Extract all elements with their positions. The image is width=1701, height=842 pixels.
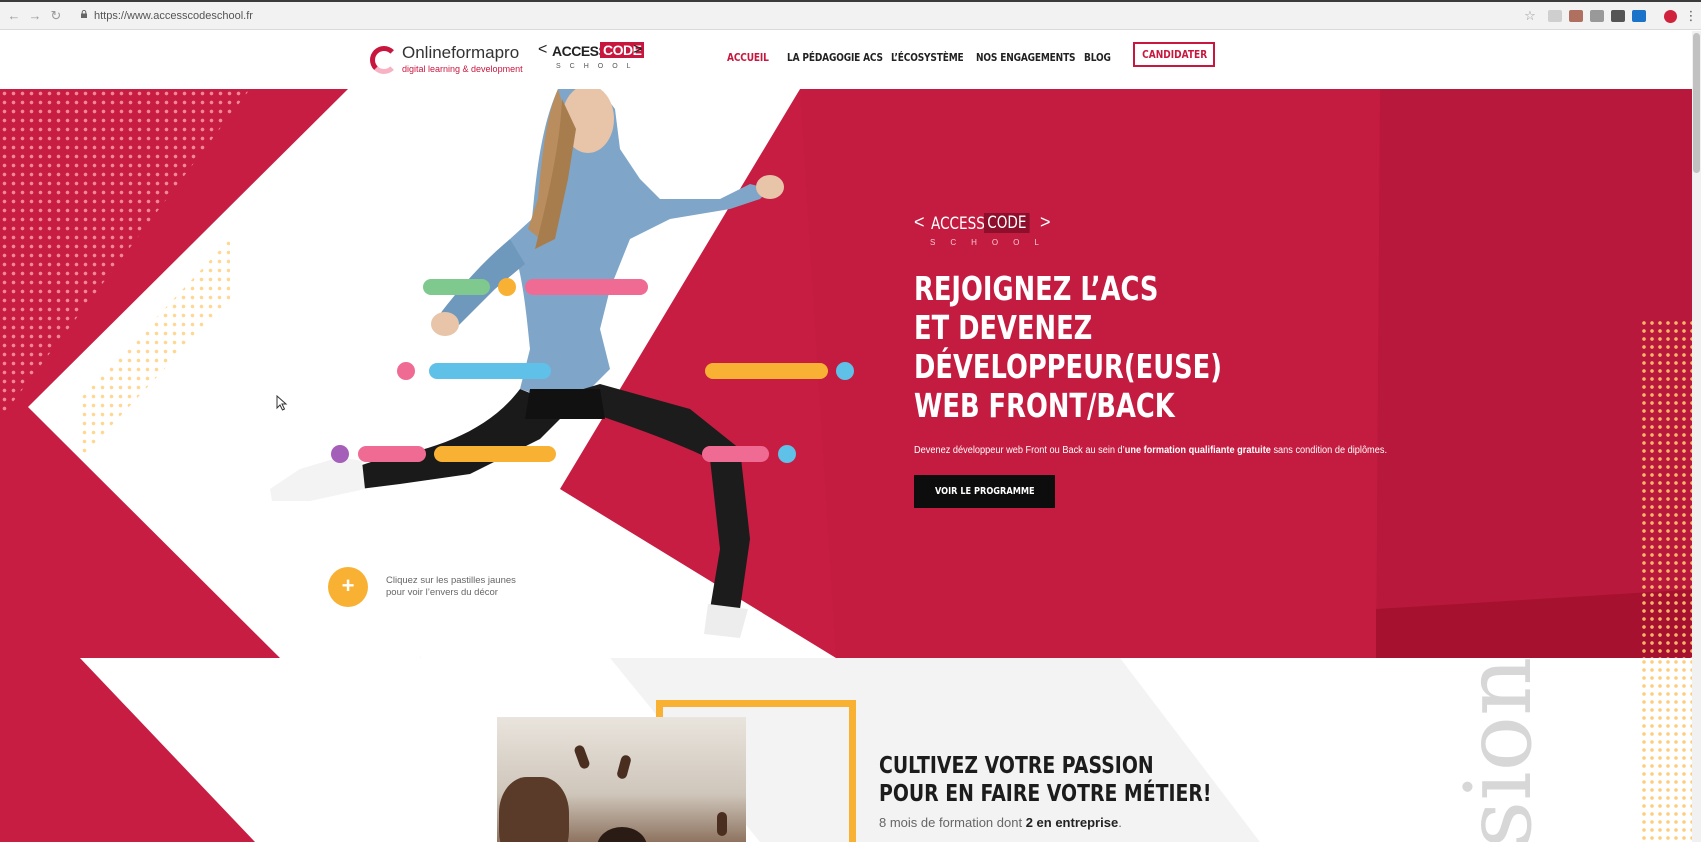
yellow-pastille-button[interactable] bbox=[498, 278, 516, 296]
student-face bbox=[499, 777, 569, 842]
chat-extension-icon[interactable] bbox=[1632, 10, 1646, 22]
hero-logo-bracket-right: > bbox=[1040, 212, 1051, 232]
hero-logo-school: SCHOOL bbox=[930, 238, 1054, 247]
hero-title-line: DÉVELOPPEUR(EUSE) bbox=[914, 347, 1222, 386]
nav-ecosysteme[interactable]: L’ÉCOSYSTÈME bbox=[891, 51, 964, 64]
hero-title-line: WEB FRONT/BACK bbox=[914, 386, 1175, 425]
hero-title-line: REJOIGNEZ L’ACS bbox=[914, 269, 1159, 308]
scrollbar[interactable] bbox=[1692, 31, 1701, 842]
star-icon[interactable]: ☆ bbox=[1522, 8, 1538, 24]
hero-subtitle-text: sans condition de diplômes. bbox=[1270, 445, 1387, 456]
logo-bracket-left: < bbox=[538, 41, 548, 58]
hero-acs-logo: < ACCESS CODE > SCHOOL bbox=[914, 212, 1074, 253]
vertical-decor-word: sion bbox=[1445, 658, 1575, 842]
back-icon[interactable]: ← bbox=[6, 8, 22, 24]
peace-hand bbox=[717, 812, 727, 836]
hero-logo-access: ACCESS bbox=[931, 214, 985, 234]
logo-bracket-right: > bbox=[633, 41, 643, 58]
hero-logo-code: CODE bbox=[984, 213, 1030, 233]
dot-pattern bbox=[1640, 658, 1698, 842]
browser-toolbar: ← → ↻ https://www.accesscodeschool.fr ☆ … bbox=[0, 0, 1701, 30]
decorative-pill bbox=[702, 446, 769, 462]
peace-hand bbox=[573, 744, 591, 770]
decorative-dot bbox=[397, 362, 415, 380]
decorative-dot bbox=[331, 445, 349, 463]
section2-subtitle-text: 8 mois de formation dont bbox=[879, 815, 1026, 830]
section2-title-line: POUR EN FAIRE VOTRE MÉTIER! bbox=[879, 781, 1212, 807]
decorative-pill bbox=[525, 279, 648, 295]
logo-school: SCHOOL bbox=[556, 63, 640, 70]
brand-tagline: digital learning & development bbox=[402, 64, 523, 74]
vertical-word-text: sion bbox=[1445, 658, 1552, 842]
url-text: https://www.accesscodeschool.fr bbox=[94, 10, 253, 22]
voir-programme-label: VOIR LE PROGRAMME bbox=[934, 486, 1035, 497]
passion-section: CULTIVEZ VOTRE PASSION POUR EN FAIRE VOT… bbox=[0, 658, 1701, 842]
mouse-cursor-icon bbox=[276, 395, 288, 411]
decorative-pill bbox=[423, 279, 490, 295]
section2-subtitle-text: . bbox=[1118, 815, 1122, 830]
peace-hand bbox=[616, 754, 632, 780]
hero-subtitle-bold: une formation qualifiante gratuite bbox=[1124, 445, 1271, 456]
student-head bbox=[597, 827, 647, 842]
section2-subtitle: 8 mois de formation dont 2 en entreprise… bbox=[879, 815, 1122, 830]
menu-kebab-icon[interactable]: ⋮ bbox=[1683, 8, 1699, 24]
hero-subtitle-text: Devenez développeur web Front ou Back au… bbox=[914, 445, 1125, 456]
brand-name: Onlineformapro bbox=[402, 43, 520, 62]
decorative-dot bbox=[778, 445, 796, 463]
hint-line: pour voir l’envers du décor bbox=[386, 587, 498, 598]
plus-hint: Cliquez sur les pastilles jaunes pour vo… bbox=[386, 575, 536, 599]
candidater-label: CANDIDATER bbox=[1142, 48, 1208, 61]
decorative-pill bbox=[429, 363, 551, 379]
lock-icon bbox=[81, 10, 87, 18]
plus-button[interactable]: + bbox=[328, 567, 368, 607]
hero-section: < ACCESS CODE > SCHOOL REJOIGNEZ L’ACS E… bbox=[0, 89, 1701, 658]
site-header: Onlineformapro digital learning & develo… bbox=[0, 31, 1701, 89]
decorative-pill bbox=[434, 446, 556, 462]
extension-icon[interactable] bbox=[1611, 10, 1625, 22]
hero-subtitle: Devenez développeur web Front ou Back au… bbox=[914, 445, 1429, 456]
forward-icon[interactable]: → bbox=[27, 8, 43, 24]
students-photo bbox=[497, 717, 746, 842]
section2-title-line: CULTIVEZ VOTRE PASSION bbox=[879, 753, 1154, 779]
extension-icon[interactable] bbox=[1590, 10, 1604, 22]
hero-logo-bracket-left: < bbox=[914, 212, 925, 232]
profile-avatar[interactable] bbox=[1664, 10, 1677, 23]
address-bar[interactable]: https://www.accesscodeschool.fr bbox=[78, 7, 1548, 25]
section2-title: CULTIVEZ VOTRE PASSION POUR EN FAIRE VOT… bbox=[879, 752, 1284, 808]
swirl-logo-icon bbox=[370, 46, 398, 74]
hint-line: Cliquez sur les pastilles jaunes bbox=[386, 575, 516, 586]
scrollbar-thumb[interactable] bbox=[1693, 33, 1700, 173]
decorative-dot bbox=[836, 362, 854, 380]
nav-accueil[interactable]: ACCUEIL bbox=[727, 51, 769, 64]
hero-title: REJOIGNEZ L’ACS ET DEVENEZ DÉVELOPPEUR(E… bbox=[914, 269, 1374, 425]
candidater-button[interactable]: CANDIDATER bbox=[1133, 42, 1215, 67]
dot-pattern bbox=[1640, 319, 1698, 658]
nav-blog[interactable]: BLOG bbox=[1084, 51, 1111, 64]
nav-engagements[interactable]: NOS ENGAGEMENTS bbox=[976, 51, 1076, 64]
plus-icon: + bbox=[341, 573, 355, 598]
extension-icon[interactable] bbox=[1548, 10, 1562, 22]
access-code-school-logo[interactable]: < ACCESS CODE > SCHOOL bbox=[538, 41, 648, 77]
decorative-pill bbox=[358, 446, 426, 462]
reload-icon[interactable]: ↻ bbox=[48, 8, 64, 24]
hero-title-line: ET DEVENEZ bbox=[914, 308, 1093, 347]
section2-subtitle-bold: 2 en entreprise bbox=[1025, 815, 1119, 830]
nav-pedagogie[interactable]: LA PÉDAGOGIE ACS bbox=[787, 51, 883, 64]
pdf-extension-icon[interactable] bbox=[1569, 10, 1583, 22]
decorative-pill bbox=[705, 363, 828, 379]
voir-programme-button[interactable]: VOIR LE PROGRAMME bbox=[914, 475, 1055, 508]
